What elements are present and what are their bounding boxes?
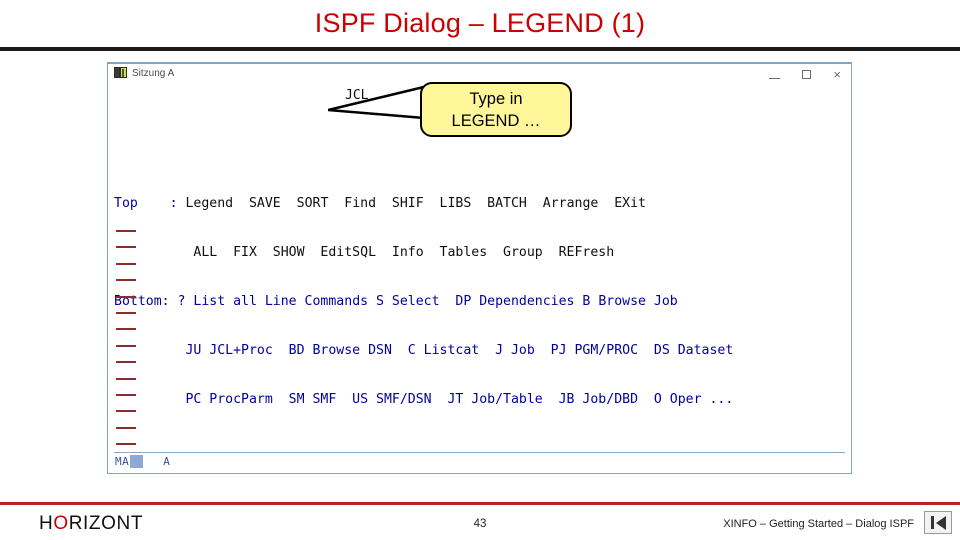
terminal-session-icon bbox=[114, 67, 127, 79]
previous-slide-button[interactable] bbox=[924, 511, 952, 534]
title-divider bbox=[0, 47, 960, 51]
row-select-field[interactable] bbox=[116, 361, 136, 364]
terminal-titlebar[interactable]: Sitzung A × bbox=[108, 64, 851, 84]
row-select-field[interactable] bbox=[116, 295, 136, 298]
callout-line-2: LEGEND … bbox=[451, 111, 541, 130]
status-cursor-block bbox=[130, 454, 144, 468]
menu-bottom-line3[interactable]: PC ProcParm SM SMF US SMF/DSN JT Job/Tab… bbox=[114, 392, 733, 407]
slide-root: ISPF Dialog – LEGEND (1) Sitzung A × Com… bbox=[0, 0, 960, 540]
maximize-icon[interactable] bbox=[802, 70, 812, 79]
row-select-field[interactable] bbox=[116, 262, 136, 265]
menu-top-line2[interactable]: ALL FIX SHOW EditSQL Info Tables Group R… bbox=[114, 245, 614, 260]
window-controls: × bbox=[769, 68, 841, 81]
callout-line-1: Type in bbox=[469, 89, 523, 108]
menu-top-line1[interactable]: Legend SAVE SORT Find SHIF LIBS BATCH Ar… bbox=[178, 196, 646, 211]
menu-bottom-line2[interactable]: JU JCL+Proc BD Browse DSN C Listcat J Jo… bbox=[114, 343, 733, 358]
row-select-field[interactable] bbox=[116, 410, 136, 413]
row-select-field[interactable] bbox=[116, 246, 136, 249]
menu-bottom-row3: PC ProcParm SM SMF US SMF/DSN JT Job/Tab… bbox=[114, 392, 845, 408]
terminal-screen: Top : Legend SAVE SORT Find SHIF LIBS BA… bbox=[114, 86, 845, 454]
menu-top-row2: ALL FIX SHOW EditSQL Info Tables Group R… bbox=[114, 245, 845, 261]
menu-bottom-row1: Bottom: ? List all Line Commands S Selec… bbox=[114, 294, 845, 310]
terminal-title-text: Sitzung A bbox=[132, 67, 175, 79]
menu-top-row1: Top : Legend SAVE SORT Find SHIF LIBS BA… bbox=[114, 196, 845, 212]
background-label-jcl: JCL bbox=[345, 88, 369, 103]
row-select-fields[interactable] bbox=[116, 230, 140, 459]
row-select-field[interactable] bbox=[116, 426, 136, 429]
row-select-field[interactable] bbox=[116, 311, 136, 314]
menu-bottom-line1[interactable]: ? List all Line Commands S Select DP Dep… bbox=[170, 294, 678, 309]
row-select-field[interactable] bbox=[116, 344, 136, 347]
callout-bubble: Type in LEGEND … bbox=[420, 82, 572, 137]
row-select-field[interactable] bbox=[116, 393, 136, 396]
close-icon[interactable]: × bbox=[833, 68, 841, 81]
menu-bottom-row2: JU JCL+Proc BD Browse DSN C Listcat J Jo… bbox=[114, 343, 845, 359]
row-select-field[interactable] bbox=[116, 377, 136, 380]
minimize-icon[interactable] bbox=[769, 78, 781, 79]
page-title: ISPF Dialog – LEGEND (1) bbox=[314, 8, 646, 38]
row-select-field[interactable] bbox=[116, 443, 136, 446]
menu-top-label: Top : bbox=[114, 195, 178, 211]
status-mode: MA bbox=[115, 454, 130, 468]
footer-divider bbox=[0, 502, 960, 505]
back-arrow-icon bbox=[935, 515, 946, 530]
breadcrumb: XINFO – Getting Started – Dialog ISPF bbox=[723, 518, 914, 530]
status-indicator: A bbox=[163, 454, 170, 468]
row-select-field[interactable] bbox=[116, 328, 136, 331]
row-select-field[interactable] bbox=[116, 230, 136, 232]
nav-bar-icon bbox=[930, 516, 934, 529]
row-select-field[interactable] bbox=[116, 279, 136, 282]
terminal-status-bar: MA A bbox=[114, 452, 845, 469]
